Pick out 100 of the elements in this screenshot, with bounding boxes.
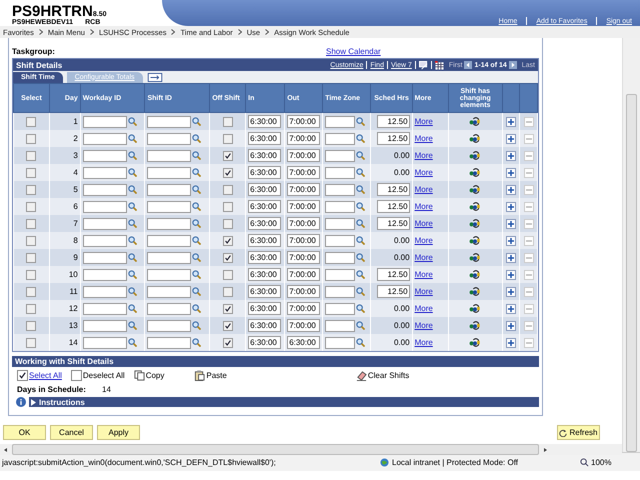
time-field[interactable]: 7:00:00 — [287, 319, 320, 332]
time-zone-field[interactable] — [325, 336, 356, 348]
checkbox[interactable] — [222, 168, 233, 178]
text-field[interactable] — [82, 150, 127, 162]
checkbox[interactable] — [26, 320, 36, 330]
checkbox[interactable] — [26, 236, 36, 246]
text-field[interactable] — [82, 132, 127, 144]
hours-field[interactable]: 12.50 — [376, 132, 410, 145]
checkbox[interactable] — [222, 134, 233, 144]
text-field[interactable] — [147, 150, 192, 162]
instructions-bar[interactable]: Instructions — [29, 397, 539, 407]
time-field[interactable]: 7:00:00 — [287, 234, 320, 247]
delete-row-button[interactable] — [524, 286, 534, 296]
select-all-link[interactable]: Select All — [29, 371, 62, 380]
text-field[interactable] — [147, 286, 192, 298]
checkbox[interactable] — [26, 338, 36, 348]
checkbox[interactable] — [26, 202, 36, 212]
checkbox[interactable] — [222, 304, 233, 314]
checkbox[interactable] — [222, 150, 233, 160]
add-row-button[interactable] — [506, 252, 516, 262]
text-field[interactable] — [147, 184, 192, 196]
hours-field[interactable]: 12.50 — [376, 115, 410, 128]
time-zone-field[interactable] — [325, 184, 356, 196]
add-row-button[interactable] — [506, 218, 516, 228]
checkbox[interactable] — [26, 184, 36, 194]
text-field[interactable] — [147, 252, 192, 264]
delete-row-button[interactable] — [524, 184, 534, 194]
text-field[interactable] — [147, 302, 192, 314]
time-field[interactable]: 6:30:00 — [248, 251, 282, 264]
delete-row-button[interactable] — [524, 236, 534, 246]
add-row-button[interactable] — [506, 304, 516, 314]
checkbox[interactable] — [222, 184, 233, 194]
hours-field[interactable]: 12.50 — [376, 200, 410, 213]
time-zone-field[interactable] — [325, 268, 356, 280]
time-field[interactable]: 6:30:00 — [248, 336, 282, 349]
text-field[interactable] — [147, 132, 192, 144]
text-field[interactable] — [147, 234, 192, 246]
horizontal-scrollbar[interactable] — [0, 444, 622, 455]
time-field[interactable]: 7:00:00 — [287, 183, 320, 196]
time-field[interactable]: 6:30:00 — [248, 285, 282, 298]
time-zone-field[interactable] — [325, 320, 356, 332]
checkbox[interactable] — [222, 270, 233, 280]
checkbox[interactable] — [222, 320, 233, 330]
text-field[interactable] — [147, 166, 192, 178]
text-field[interactable] — [82, 286, 127, 298]
text-field[interactable] — [147, 200, 192, 212]
text-field[interactable] — [82, 268, 127, 280]
time-field[interactable]: 7:00:00 — [287, 132, 320, 145]
time-field[interactable]: 6:30:00 — [248, 132, 282, 145]
time-field[interactable]: 6:30:00 — [248, 200, 282, 213]
copy-label[interactable]: Copy — [146, 371, 164, 380]
time-field[interactable]: 7:00:00 — [287, 302, 320, 315]
delete-row-button[interactable] — [524, 202, 534, 212]
time-zone-field[interactable] — [325, 132, 356, 144]
add-row-button[interactable] — [506, 202, 516, 212]
action-button[interactable]: Apply — [97, 425, 140, 440]
time-field[interactable]: 6:30:00 — [248, 217, 282, 230]
text-field[interactable] — [147, 218, 192, 230]
text-field[interactable] — [82, 252, 127, 264]
add-row-button[interactable] — [506, 168, 516, 178]
time-field[interactable]: 7:00:00 — [287, 149, 320, 162]
text-field[interactable] — [82, 234, 127, 246]
delete-row-button[interactable] — [524, 252, 534, 262]
refresh-button[interactable]: Refresh — [557, 425, 600, 440]
add-row-button[interactable] — [506, 320, 516, 330]
add-row-button[interactable] — [506, 150, 516, 160]
text-field[interactable] — [147, 320, 192, 332]
time-field[interactable]: 7:00:00 — [287, 217, 320, 230]
time-zone-field[interactable] — [325, 286, 356, 298]
add-row-button[interactable] — [506, 338, 516, 348]
delete-row-button[interactable] — [524, 338, 534, 348]
checkbox[interactable] — [26, 270, 36, 280]
time-field[interactable]: 7:00:00 — [287, 251, 320, 264]
text-field[interactable] — [82, 218, 127, 230]
action-button[interactable]: OK — [3, 425, 46, 440]
text-field[interactable] — [82, 302, 127, 314]
time-zone-field[interactable] — [325, 116, 356, 128]
text-field[interactable] — [82, 116, 127, 128]
checkbox[interactable] — [222, 202, 233, 212]
hours-field[interactable]: 12.50 — [376, 183, 410, 196]
hours-field[interactable]: 12.50 — [376, 285, 410, 298]
time-zone-field[interactable] — [325, 302, 356, 314]
delete-row-button[interactable] — [524, 116, 534, 126]
add-row-button[interactable] — [506, 286, 516, 296]
checkbox[interactable] — [26, 168, 36, 178]
checkbox[interactable] — [26, 286, 36, 296]
checkbox[interactable] — [70, 370, 82, 381]
time-field[interactable]: 6:30:00 — [248, 268, 282, 281]
time-field[interactable]: 6:30:00 — [248, 149, 282, 162]
action-button[interactable]: Cancel — [50, 425, 93, 440]
text-field[interactable] — [147, 268, 192, 280]
text-field[interactable] — [82, 320, 127, 332]
delete-row-button[interactable] — [524, 304, 534, 314]
time-field[interactable]: 7:00:00 — [287, 268, 320, 281]
text-field[interactable] — [147, 116, 192, 128]
checkbox[interactable] — [26, 150, 36, 160]
checkbox[interactable] — [222, 236, 233, 246]
delete-row-button[interactable] — [524, 168, 534, 178]
time-field[interactable]: 6:30:00 — [248, 115, 282, 128]
time-field[interactable]: 7:00:00 — [287, 285, 320, 298]
